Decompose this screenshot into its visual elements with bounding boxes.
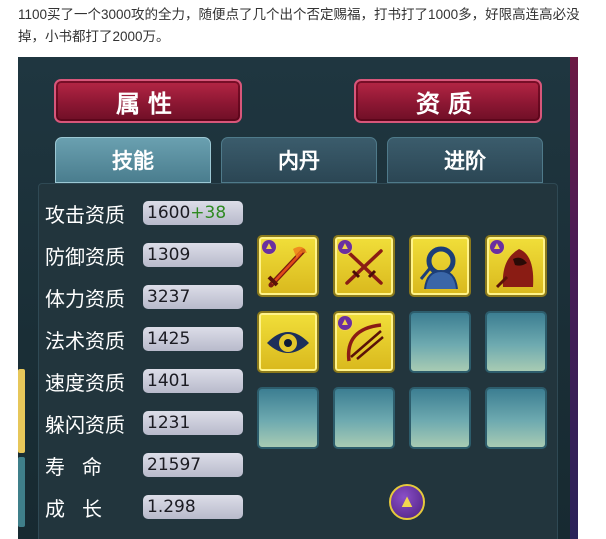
stat-value: 1309 <box>143 243 243 267</box>
stat-label: 防御资质 <box>45 244 125 269</box>
stat-label: 攻击资质 <box>45 202 125 227</box>
game-screenshot: 属性 资质 技能 内丹 进阶 攻击资质 1600+38 防御资质 1309 体力… <box>18 57 578 539</box>
stat-value: 1.298 <box>143 495 243 519</box>
stat-number: 1600 <box>147 203 191 223</box>
skill-slot[interactable]: ▲ <box>257 235 319 297</box>
skill-slot[interactable]: ▲ <box>485 235 547 297</box>
stat-row-growth: 成长 1.298 <box>45 490 243 524</box>
stat-row-magic: 法术资质 1425 <box>45 322 243 356</box>
stat-row-defense: 防御资质 1309 <box>45 238 243 272</box>
stat-row-speed: 速度资质 1401 <box>45 364 243 398</box>
empty-skill-slot[interactable] <box>485 311 547 373</box>
stat-value: 1401 <box>143 369 243 393</box>
side-tab-teal[interactable] <box>18 457 25 527</box>
empty-skill-slot[interactable] <box>333 387 395 449</box>
stat-value: 1600+38 <box>143 201 243 225</box>
background-edge <box>570 57 578 539</box>
stat-row-dodge: 躲闪资质 1231 <box>45 406 243 440</box>
stat-value: 1231 <box>143 411 243 435</box>
attributes-button[interactable]: 属性 <box>54 79 242 123</box>
empty-skill-slot[interactable] <box>257 387 319 449</box>
scroll-up-button[interactable]: ▲ <box>389 484 425 520</box>
tab-advance[interactable]: 进阶 <box>387 137 543 183</box>
aptitude-button[interactable]: 资质 <box>354 79 542 123</box>
post-caption: 1100买了一个3000攻的全力，随便点了几个出个否定赐福，打书打了1000多，… <box>18 7 580 44</box>
upgrade-badge-icon: ▲ <box>261 239 277 255</box>
chevron-up-icon: ▲ <box>398 491 416 511</box>
stat-value: 1425 <box>143 327 243 351</box>
side-tab-gold[interactable] <box>18 369 25 453</box>
skill-slot[interactable]: ▲ <box>333 311 395 373</box>
stat-label: 法术资质 <box>45 328 125 353</box>
stat-row-lifespan: 寿命 21597 <box>45 448 243 482</box>
stat-value: 21597 <box>143 453 243 477</box>
skill-slot[interactable] <box>257 311 319 373</box>
stat-row-attack: 攻击资质 1600+38 <box>45 196 243 230</box>
empty-skill-slot[interactable] <box>409 387 471 449</box>
tab-inner-core[interactable]: 内丹 <box>221 137 377 183</box>
stat-label: 躲闪资质 <box>45 412 125 437</box>
stat-label: 体力资质 <box>45 286 125 311</box>
skill-slot[interactable]: ▲ <box>333 235 395 297</box>
eye-icon <box>267 332 309 353</box>
stat-row-stamina: 体力资质 3237 <box>45 280 243 314</box>
skill-slot[interactable] <box>409 235 471 297</box>
stat-value: 3237 <box>143 285 243 309</box>
upgrade-badge-icon: ▲ <box>489 239 505 255</box>
stat-label: 寿命 <box>45 454 119 479</box>
stat-label: 速度资质 <box>45 370 125 395</box>
upgrade-badge-icon: ▲ <box>337 315 353 331</box>
tab-skills[interactable]: 技能 <box>55 137 211 183</box>
empty-skill-slot[interactable] <box>485 387 547 449</box>
upgrade-badge-icon: ▲ <box>337 239 353 255</box>
empty-skill-slot[interactable] <box>409 311 471 373</box>
stat-bonus: +38 <box>190 203 227 223</box>
skills-panel: 攻击资质 1600+38 防御资质 1309 体力资质 3237 法术资质 14… <box>38 183 558 539</box>
blue-figure-icon <box>419 246 458 290</box>
stat-label: 成长 <box>45 496 119 521</box>
